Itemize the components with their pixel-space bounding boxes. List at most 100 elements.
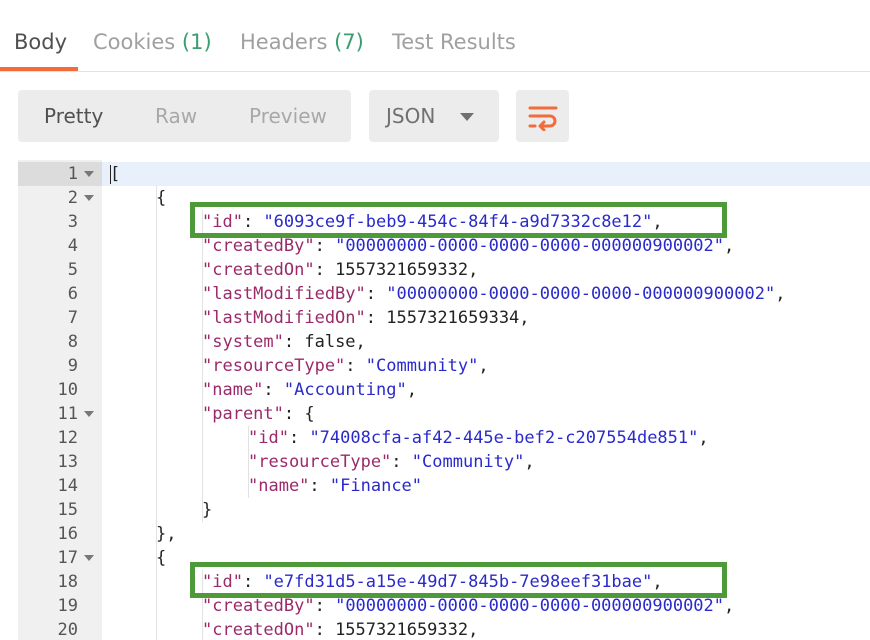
wrap-lines-button[interactable] [516,90,569,142]
json-punctuation: : 1557321659332, [314,620,479,640]
line-number: 9 [67,356,78,376]
json-string: "00000000-0000-0000-0000-000000900002" [386,284,776,304]
json-string: "74008cfa-af42-445e-bef2-c207554de851" [309,428,699,448]
json-punctuation: } [202,500,213,520]
line-number: 10 [57,380,78,400]
json-punctuation: , [775,284,786,304]
json-key: "system" [202,332,284,352]
tab-body-label: Body [14,30,68,54]
json-punctuation: : [314,596,336,616]
json-punctuation: : false, [283,332,366,352]
json-punctuation: { [156,548,167,568]
json-punctuation: , [724,236,735,256]
fold-arrow-icon[interactable] [84,411,94,417]
line-number: 17 [57,548,78,568]
fold-arrow-icon[interactable] [84,195,94,201]
json-punctuation: , [698,428,709,448]
json-punctuation: [ [110,164,121,184]
json-string: "Community" [365,356,479,376]
line-number: 4 [67,236,78,256]
pretty-button[interactable]: Pretty [44,104,103,128]
line-number: 16 [57,524,78,544]
json-key: "name" [248,476,310,496]
tab-test-results[interactable]: Test Results [392,30,516,54]
code-line: } [202,498,212,522]
raw-button[interactable]: Raw [155,104,197,128]
json-string: "Finance" [329,476,423,496]
tab-headers[interactable]: Headers (7) [240,30,364,54]
tab-cookies-label: Cookies [93,30,176,54]
json-punctuation: , [724,596,735,616]
line-number: 3 [67,212,78,232]
line-number: 14 [57,476,78,496]
code-line: "lastModifiedOn": 1557321659334, [202,306,530,330]
json-key: "createdOn" [202,620,315,640]
active-line [102,162,870,186]
code-line: "system": false, [202,330,366,354]
line-number: 20 [57,620,78,640]
code-line: "name": "Accounting", [202,378,417,402]
code-line: "createdOn": 1557321659332, [202,258,478,282]
json-key: "lastModifiedBy" [202,284,366,304]
line-number: 19 [57,596,78,616]
code-line: "lastModifiedBy": "00000000-0000-0000-00… [202,282,785,306]
json-string: "Accounting" [283,380,407,400]
fold-arrow-icon[interactable] [84,171,94,177]
json-punctuation: : 1557321659332, [314,260,479,280]
line-number: 18 [57,572,78,592]
json-key: "parent" [202,404,284,424]
response-tabs: Body Cookies (1) Headers (7) Test Result… [0,0,870,72]
line-number: 5 [67,260,78,280]
tab-cookies-count: (1) [181,30,212,54]
json-punctuation: : [263,380,284,400]
tab-headers-count: (7) [334,30,364,54]
response-body-editor[interactable]: 1[2{3 "id": "6093ce9f-beb9-454c-84f4-a9d7… [18,160,870,640]
code-line: "resourceType": "Community", [202,354,489,378]
json-punctuation: : [309,476,330,496]
line-number: 2 [67,188,78,208]
wrap-lines-icon [528,106,558,131]
tab-cookies[interactable]: Cookies (1) [93,30,212,54]
json-punctuation: : [365,284,387,304]
line-number: 11 [57,404,78,424]
json-punctuation: : [391,452,412,472]
json-punctuation: : [288,428,310,448]
json-punctuation: : 1557321659334, [365,308,530,328]
code-line: "resourceType": "Community", [248,450,535,474]
json-key: "resourceType" [248,452,392,472]
line-number: 8 [67,332,78,352]
line-number: 12 [57,428,78,448]
code-line: { [156,546,166,570]
line-number: 15 [57,500,78,520]
json-key: "lastModifiedOn" [202,308,366,328]
code-line: "id": "74008cfa-af42-445e-bef2-c207554de… [248,426,709,450]
format-dropdown-value: JSON [386,104,436,128]
line-number: 7 [67,308,78,328]
json-punctuation: , [478,356,489,376]
json-key: "createdBy" [202,236,315,256]
json-key: "name" [202,380,264,400]
json-punctuation: : { [283,404,315,424]
format-dropdown[interactable]: JSON [369,90,499,142]
json-string: "00000000-0000-0000-0000-000000900002" [335,596,725,616]
json-key: "createdBy" [202,596,315,616]
line-number: 1 [67,164,78,184]
tab-test-results-label: Test Results [392,30,516,54]
tab-body[interactable]: Body [14,30,67,54]
tab-headers-label: Headers [240,30,328,54]
json-punctuation: : [314,236,336,256]
line-number: 13 [57,452,78,472]
chevron-down-icon [460,113,474,121]
json-key: "id" [248,428,289,448]
json-key: "createdOn" [202,260,315,280]
code-line: { [156,186,166,210]
code-line: "name": "Finance" [248,474,422,498]
fold-arrow-icon[interactable] [84,555,94,561]
code-line: "parent": { [202,402,315,426]
json-punctuation: , [406,380,417,400]
code-line: [ [110,162,120,186]
preview-button[interactable]: Preview [249,104,327,128]
line-number: 6 [67,284,78,304]
code-line: "createdOn": 1557321659332, [202,618,478,640]
indent-guide [156,186,157,640]
